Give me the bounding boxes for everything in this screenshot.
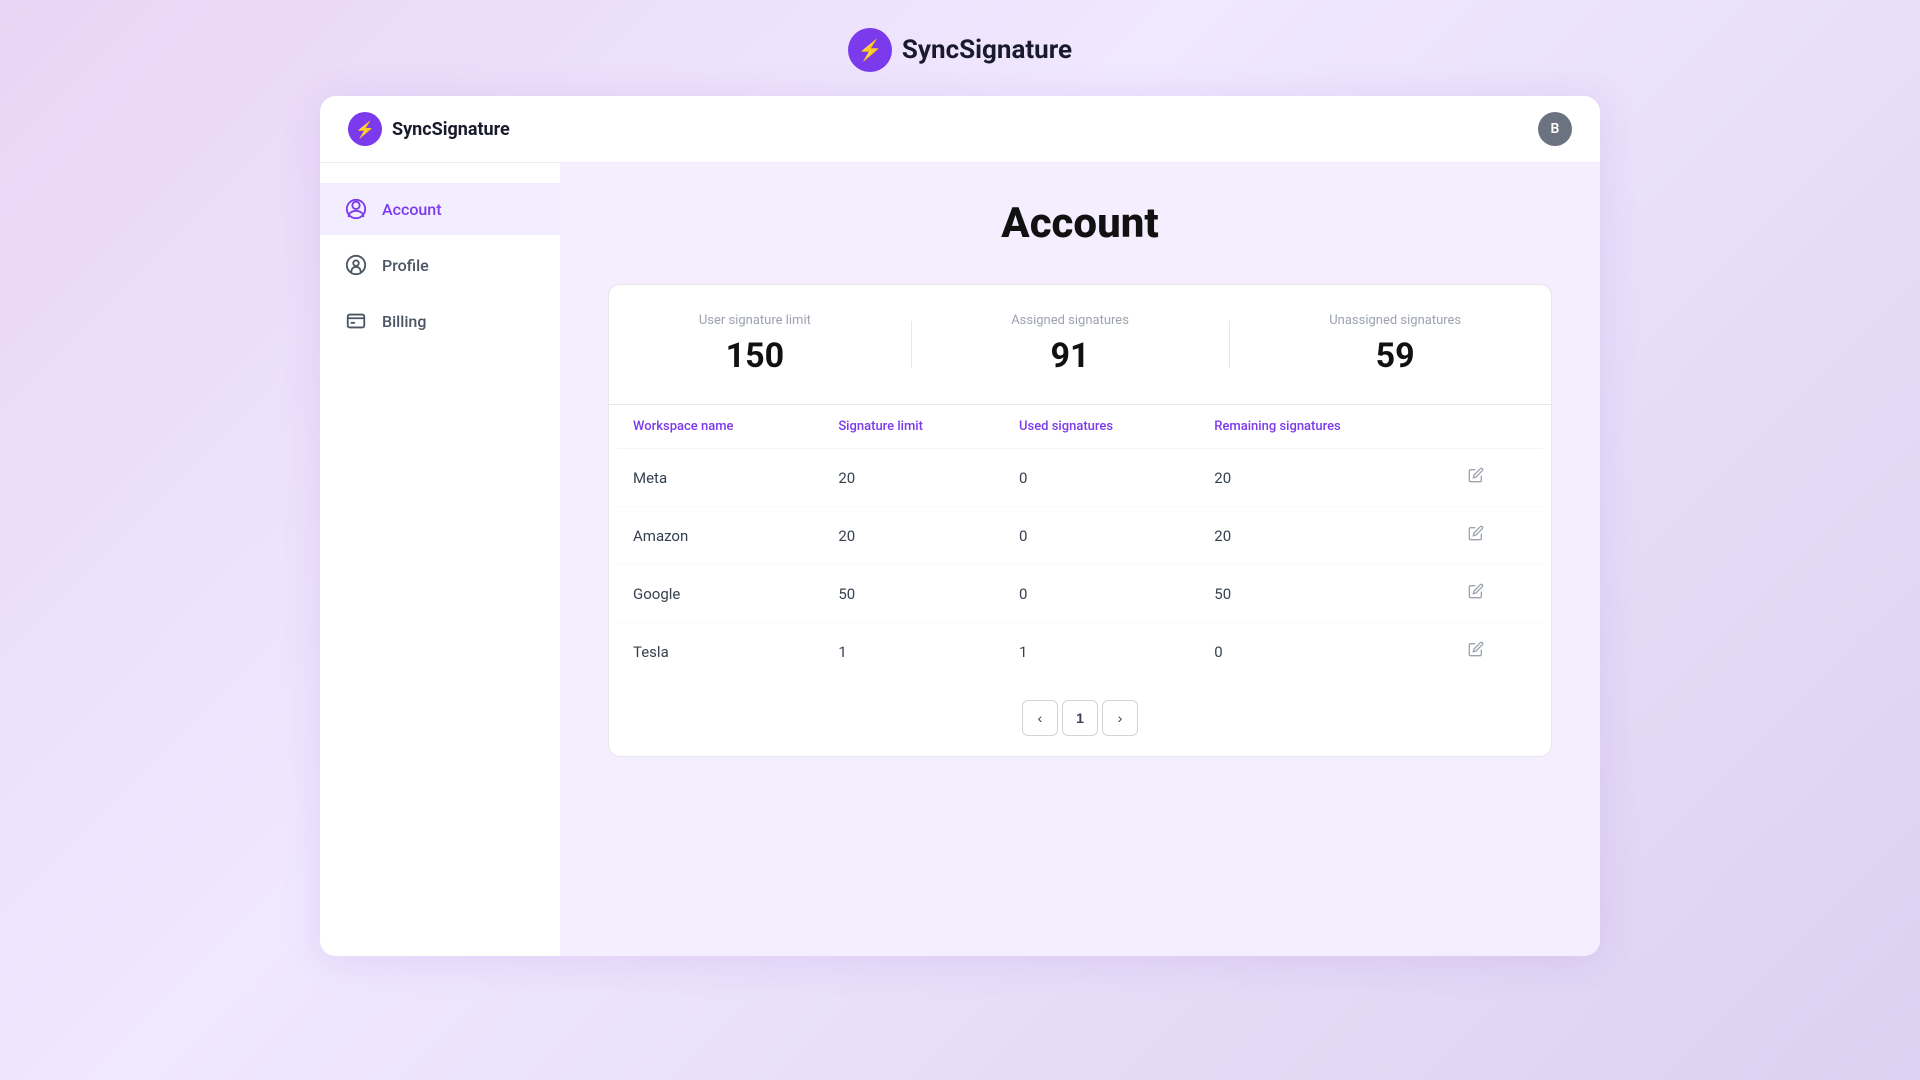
- pagination-prev-button[interactable]: ‹: [1022, 700, 1058, 736]
- lightning-icon: ⚡: [857, 38, 882, 62]
- app-body: Account Profile: [320, 163, 1600, 956]
- cell-used-signatures: 0: [1003, 565, 1198, 623]
- col-workspace-name: Workspace name: [617, 405, 822, 449]
- cell-signature-limit: 50: [822, 565, 1003, 623]
- top-brand-bar: ⚡ SyncSignature: [848, 0, 1072, 96]
- billing-icon: [344, 309, 368, 333]
- stat-unassigned-signatures: Unassigned signatures 59: [1329, 313, 1461, 376]
- app-header: ⚡ SyncSignature B: [320, 96, 1600, 163]
- app-container: ⚡ SyncSignature B Account: [320, 96, 1600, 956]
- account-icon: [344, 197, 368, 221]
- sidebar-item-billing[interactable]: Billing: [320, 295, 560, 347]
- col-remaining-signatures: Remaining signatures: [1198, 405, 1444, 449]
- sidebar-account-label: Account: [382, 200, 442, 219]
- profile-icon: [344, 253, 368, 277]
- stats-section: User signature limit 150 Assigned signat…: [609, 285, 1551, 405]
- stat-divider-2: [1229, 321, 1230, 368]
- main-content: Account User signature limit 150 Assigne…: [560, 163, 1600, 956]
- cell-signature-limit: 1: [822, 623, 1003, 681]
- cell-remaining-signatures: 0: [1198, 623, 1444, 681]
- pagination-next-button[interactable]: ›: [1102, 700, 1138, 736]
- app-header-logo: ⚡: [348, 112, 382, 146]
- header-lightning-icon: ⚡: [355, 120, 375, 139]
- stat-divider-1: [911, 321, 912, 368]
- table-header: Workspace name Signature limit Used sign…: [617, 405, 1543, 449]
- table-row: Tesla 1 1 0: [617, 623, 1543, 681]
- cell-signature-limit: 20: [822, 449, 1003, 507]
- account-card: User signature limit 150 Assigned signat…: [608, 284, 1552, 757]
- assigned-sig-value: 91: [1011, 336, 1129, 376]
- cell-edit: [1444, 565, 1543, 623]
- cell-remaining-signatures: 50: [1198, 565, 1444, 623]
- unassigned-sig-value: 59: [1329, 336, 1461, 376]
- edit-row-button[interactable]: [1460, 579, 1492, 608]
- assigned-sig-label: Assigned signatures: [1011, 313, 1129, 328]
- cell-signature-limit: 20: [822, 507, 1003, 565]
- cell-workspace-name: Meta: [617, 449, 822, 507]
- table-row: Meta 20 0 20: [617, 449, 1543, 507]
- sidebar-profile-label: Profile: [382, 256, 429, 275]
- workspaces-table: Workspace name Signature limit Used sign…: [617, 405, 1543, 680]
- sidebar-item-profile[interactable]: Profile: [320, 239, 560, 291]
- edit-row-button[interactable]: [1460, 463, 1492, 492]
- user-sig-limit-label: User signature limit: [699, 313, 811, 328]
- cell-edit: [1444, 623, 1543, 681]
- cell-workspace-name: Amazon: [617, 507, 822, 565]
- top-brand-logo-icon: ⚡: [848, 28, 892, 72]
- col-actions: [1444, 405, 1543, 449]
- cell-workspace-name: Tesla: [617, 623, 822, 681]
- stat-assigned-signatures: Assigned signatures 91: [1011, 313, 1129, 376]
- sidebar: Account Profile: [320, 163, 560, 956]
- unassigned-sig-label: Unassigned signatures: [1329, 313, 1461, 328]
- col-signature-limit: Signature limit: [822, 405, 1003, 449]
- cell-remaining-signatures: 20: [1198, 449, 1444, 507]
- workspaces-table-section: Workspace name Signature limit Used sign…: [609, 405, 1551, 680]
- cell-remaining-signatures: 20: [1198, 507, 1444, 565]
- pagination-page-1-button[interactable]: 1: [1062, 700, 1098, 736]
- app-header-brand: ⚡ SyncSignature: [348, 112, 510, 146]
- stat-user-signature-limit: User signature limit 150: [699, 313, 811, 376]
- cell-edit: [1444, 507, 1543, 565]
- edit-row-button[interactable]: [1460, 521, 1492, 550]
- cell-edit: [1444, 449, 1543, 507]
- pagination: ‹ 1 ›: [609, 680, 1551, 756]
- cell-used-signatures: 0: [1003, 507, 1198, 565]
- col-used-signatures: Used signatures: [1003, 405, 1198, 449]
- sidebar-billing-label: Billing: [382, 312, 426, 331]
- top-brand-name: SyncSignature: [902, 35, 1072, 65]
- user-avatar[interactable]: B: [1538, 112, 1572, 146]
- table-row: Amazon 20 0 20: [617, 507, 1543, 565]
- cell-workspace-name: Google: [617, 565, 822, 623]
- table-body: Meta 20 0 20 Amazon 20 0 20: [617, 449, 1543, 681]
- cell-used-signatures: 1: [1003, 623, 1198, 681]
- page-title: Account: [608, 199, 1552, 248]
- sidebar-item-account[interactable]: Account: [320, 183, 560, 235]
- edit-row-button[interactable]: [1460, 637, 1492, 666]
- cell-used-signatures: 0: [1003, 449, 1198, 507]
- user-sig-limit-value: 150: [699, 336, 811, 376]
- app-header-name: SyncSignature: [392, 119, 510, 140]
- table-row: Google 50 0 50: [617, 565, 1543, 623]
